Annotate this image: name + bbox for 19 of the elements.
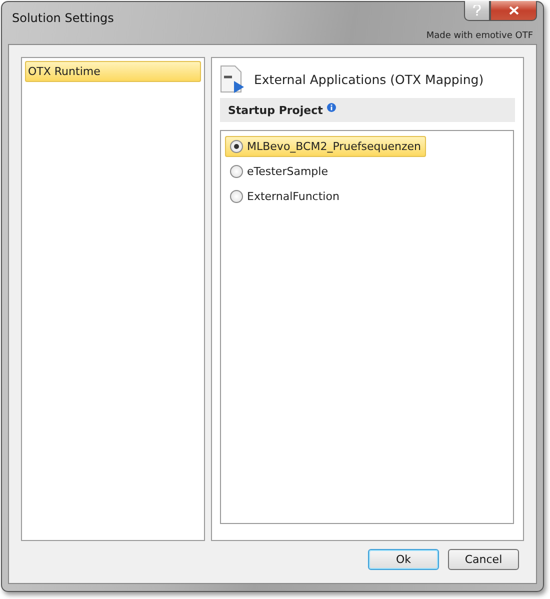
ok-button[interactable]: Ok (368, 549, 439, 570)
radio-button[interactable] (230, 190, 243, 203)
help-icon (473, 5, 481, 16)
radio-button[interactable] (230, 140, 243, 153)
project-option[interactable]: ExternalFunction (225, 186, 344, 207)
document-icon (220, 65, 246, 93)
info-icon (326, 102, 336, 112)
radio-button[interactable] (230, 165, 243, 178)
project-option[interactable]: MLBevo_BCM2_Pruefsequenzen (225, 136, 426, 157)
sidebar-item[interactable]: OTX Runtime (25, 61, 201, 82)
close-icon (508, 6, 518, 15)
project-option[interactable]: eTesterSample (225, 161, 333, 182)
branding-text: Made with emotive OTF (426, 31, 533, 41)
close-button[interactable] (490, 1, 537, 21)
section-title: Startup Project (228, 104, 323, 116)
help-button[interactable] (464, 1, 490, 21)
panel-title: External Applications (OTX Mapping) (254, 72, 484, 86)
cancel-button[interactable]: Cancel (448, 549, 519, 570)
window-title: Solution Settings (12, 11, 115, 25)
